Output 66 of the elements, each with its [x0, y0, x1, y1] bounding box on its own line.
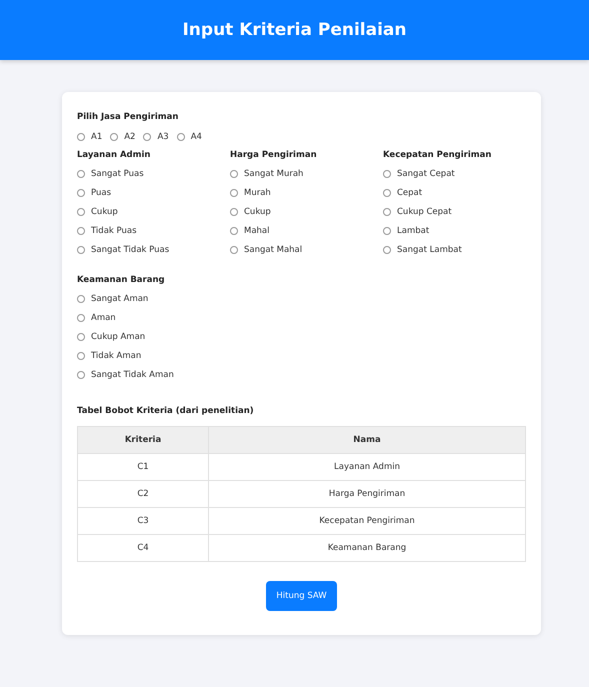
radio-button[interactable]	[77, 314, 85, 322]
criteria-title: Kecepatan Pengiriman	[383, 150, 492, 160]
radio-button[interactable]	[77, 246, 85, 254]
option-label: Sangat Tidak Aman	[91, 370, 174, 380]
option-label: A2	[124, 132, 136, 142]
radio-button[interactable]	[143, 133, 152, 141]
column-header: Kriteria	[78, 426, 208, 454]
option-label: Sangat Lambat	[397, 245, 462, 255]
criteria-title: Layanan Admin	[77, 150, 152, 160]
section-label: Pilih Jasa Pengiriman	[77, 112, 180, 122]
option-label: Sangat Puas	[91, 169, 144, 179]
table-cell: C3	[78, 508, 208, 534]
option-label: Cukup	[244, 207, 271, 217]
option-label: Puas	[91, 188, 112, 198]
radio-button[interactable]	[176, 133, 185, 141]
radio-button[interactable]	[77, 133, 85, 141]
radio-button[interactable]	[230, 170, 238, 178]
option-label: Cukup Aman	[91, 332, 146, 342]
option-label: Cepat	[397, 188, 422, 198]
option-label: Aman	[91, 313, 116, 323]
radio-button[interactable]	[230, 246, 238, 254]
calculate-button[interactable]: Hitung SAW	[266, 581, 337, 611]
radio-button[interactable]	[230, 189, 238, 197]
radio-button[interactable]	[77, 208, 85, 216]
table-title: Tabel Bobot Kriteria (dari penelitian)	[77, 406, 255, 416]
option-label: Sangat Cepat	[397, 169, 455, 179]
option-label: A1	[91, 132, 102, 142]
option-label: A4	[190, 132, 202, 142]
page-title: Input Kriteria Penilaian	[182, 20, 406, 40]
option-label: Sangat Aman	[91, 294, 148, 304]
radio-button[interactable]	[77, 352, 85, 360]
radio-button[interactable]	[77, 333, 85, 341]
table-cell: Harga Pengiriman	[208, 480, 526, 508]
column-header: Nama	[208, 426, 526, 454]
radio-button[interactable]	[110, 133, 118, 141]
radio-button[interactable]	[383, 246, 391, 254]
option-label: Mahal	[244, 226, 270, 236]
table-cell: Keamanan Barang	[208, 534, 526, 562]
radio-button[interactable]	[77, 295, 85, 303]
criteria-title: Keamanan Barang	[77, 275, 166, 285]
radio-button[interactable]	[77, 227, 85, 235]
radio-button[interactable]	[383, 227, 391, 235]
option-label: Cukup	[91, 207, 118, 217]
table-cell: C4	[78, 534, 208, 562]
radio-button[interactable]	[383, 170, 391, 178]
option-label: A3	[157, 132, 169, 142]
criteria-title: Harga Pengiriman	[230, 150, 318, 160]
option-label: Tidak Aman	[91, 351, 142, 361]
option-label: Cukup Cepat	[397, 207, 452, 217]
option-label: Sangat Mahal	[244, 245, 302, 255]
radio-button[interactable]	[77, 371, 85, 379]
radio-button[interactable]	[77, 170, 85, 178]
table-cell: C2	[78, 480, 208, 508]
option-label: Tidak Puas	[91, 226, 137, 236]
table-cell: Layanan Admin	[208, 454, 526, 480]
radio-button[interactable]	[230, 227, 238, 235]
radio-button[interactable]	[383, 208, 391, 216]
option-label: Lambat	[397, 226, 430, 236]
radio-button[interactable]	[230, 208, 238, 216]
radio-button[interactable]	[383, 189, 391, 197]
option-label: Sangat Murah	[244, 169, 304, 179]
option-label: Sangat Tidak Puas	[91, 245, 170, 255]
radio-button[interactable]	[77, 189, 85, 197]
table-cell: Kecepatan Pengiriman	[208, 508, 526, 534]
table-cell: C1	[78, 454, 208, 480]
option-label: Murah	[244, 188, 271, 198]
